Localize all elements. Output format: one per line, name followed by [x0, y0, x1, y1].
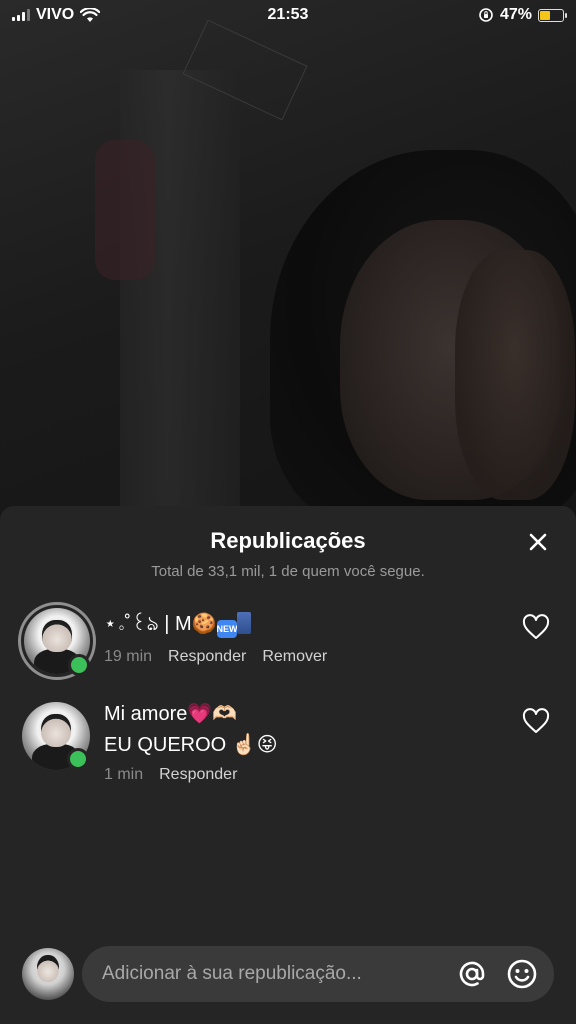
- reposts-sheet: Republicações Total de 33,1 mil, 1 de qu…: [0, 506, 576, 1024]
- my-avatar: [22, 948, 74, 1000]
- comment-username[interactable]: Mi amore💗🫶🏻: [104, 702, 278, 726]
- battery-icon: [538, 8, 567, 22]
- comment-time: 19 min: [104, 648, 153, 665]
- comment-composer: [0, 946, 576, 1016]
- orientation-lock-icon: [479, 8, 493, 22]
- status-bar: VIVO 21:53 47%: [0, 0, 576, 32]
- comment-text: EU QUEROO ☝🏻😝: [104, 734, 278, 756]
- battery-percent: 47%: [499, 6, 532, 23]
- heart-icon[interactable]: [522, 708, 550, 734]
- emoji-icon[interactable]: [506, 958, 538, 990]
- comment-username[interactable]: ⋆｡˚꒰ঌ | M🍪NEW: [104, 612, 327, 638]
- reply-button[interactable]: Responder: [168, 648, 246, 666]
- comment-field[interactable]: [82, 946, 554, 1002]
- online-indicator: [68, 654, 90, 676]
- mention-icon[interactable]: [456, 958, 488, 990]
- list-item: Mi amore💗🫶🏻 EU QUEROO ☝🏻😝 1 min Responde…: [0, 702, 576, 802]
- jeans-icon: [236, 612, 251, 634]
- new-badge-icon: NEW: [216, 620, 238, 638]
- background-photo: [0, 0, 576, 560]
- list-item: ⋆｡˚꒰ঌ | M🍪NEW 19 min Responder Remover: [0, 602, 576, 692]
- remove-button[interactable]: Remover: [262, 648, 327, 666]
- online-indicator: [67, 748, 89, 770]
- close-icon[interactable]: [526, 530, 550, 554]
- heart-icon[interactable]: [522, 614, 550, 640]
- reply-button[interactable]: Responder: [159, 766, 237, 784]
- sheet-title: Republicações: [210, 528, 366, 553]
- comment-time: 1 min: [104, 766, 144, 783]
- sheet-subtitle: Total de 33,1 mil, 1 de quem você segue.: [151, 563, 425, 580]
- comment-input[interactable]: [102, 946, 452, 1002]
